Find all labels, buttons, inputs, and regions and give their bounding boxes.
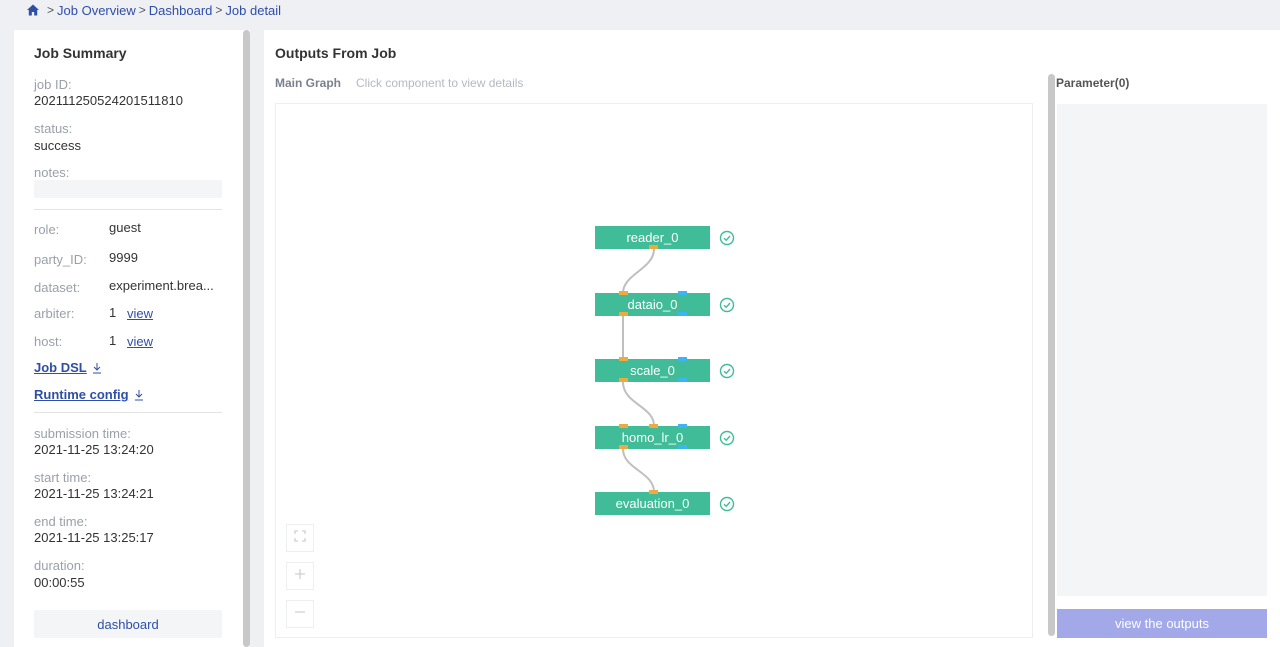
model-input-port[interactable] (678, 357, 687, 361)
start-time-value: 2021-11-25 13:24:21 (34, 486, 154, 501)
data-input-port[interactable] (649, 424, 658, 428)
data-input-port[interactable] (619, 357, 628, 361)
notes-label: notes: (34, 165, 70, 180)
parameter-title: Parameter(0) (1056, 76, 1130, 90)
arbiter-count: 1 (109, 305, 117, 320)
host-label: host: (34, 334, 63, 349)
party-id-value: 9999 (109, 250, 138, 265)
party-id-label: party_ID: (34, 252, 87, 267)
node-dataio[interactable]: dataio_0 (595, 293, 710, 316)
zoom-in-icon (294, 567, 306, 585)
node-scale[interactable]: scale_0 (595, 359, 710, 382)
data-output-port[interactable] (619, 312, 628, 316)
job-id-value: 202111250524201511810 (34, 93, 183, 108)
duration-label: duration: (34, 558, 85, 573)
dataset-value: experiment.brea... (109, 278, 214, 293)
data-input-port[interactable] (649, 490, 658, 494)
data-output-port[interactable] (649, 245, 658, 249)
data-output-port[interactable] (619, 378, 628, 382)
outputs-title: Outputs From Job (275, 45, 397, 61)
role-label: role: (34, 222, 60, 237)
dataset-label: dataset: (34, 280, 81, 295)
breadcrumb-job-overview[interactable]: Job Overview (57, 3, 136, 18)
chevron-right-icon: > (138, 3, 146, 17)
data-input-port[interactable] (619, 291, 628, 295)
parameter-content (1057, 104, 1267, 596)
node-evaluation[interactable]: evaluation_0 (595, 492, 710, 515)
home-icon[interactable] (26, 3, 40, 17)
end-time-label: end time: (34, 514, 88, 529)
status-value: success (34, 138, 81, 153)
host-count: 1 (109, 333, 117, 348)
edge-homolr-evaluation (622, 448, 655, 493)
parameter-scrollbar[interactable] (1048, 74, 1055, 636)
success-check-icon (719, 297, 735, 313)
model-input-port[interactable] (678, 291, 687, 295)
zoom-out-icon (294, 605, 306, 623)
left-scrollbar[interactable] (243, 30, 250, 647)
node-homo-lr[interactable]: homo_lr_0 (595, 426, 710, 449)
breadcrumb-job-detail: Job detail (225, 2, 282, 18)
chevron-right-icon: > (47, 3, 55, 17)
arbiter-view-link[interactable]: view (127, 306, 153, 321)
job-summary-panel: Job Summary job ID: 20211125052420151181… (14, 30, 250, 647)
submission-time-value: 2021-11-25 13:24:20 (34, 442, 154, 457)
model-output-port[interactable] (678, 312, 687, 316)
arbiter-label: arbiter: (34, 306, 75, 321)
model-output-port[interactable] (678, 378, 687, 382)
download-icon (133, 389, 145, 401)
breadcrumb-dashboard[interactable]: Dashboard (149, 3, 213, 18)
job-id-label: job ID: (34, 77, 72, 92)
fullscreen-icon (294, 529, 306, 547)
edge-scale-homolr (622, 381, 655, 427)
download-icon (91, 362, 103, 374)
duration-value: 00:00:55 (34, 575, 85, 590)
host-view-link[interactable]: view (127, 334, 153, 349)
edge-reader-dataio (622, 248, 655, 294)
zoom-in-button[interactable] (286, 562, 314, 590)
status-label: status: (34, 121, 73, 136)
success-check-icon (719, 430, 735, 446)
model-output-port[interactable] (678, 445, 687, 449)
graph-canvas[interactable]: reader_0 dataio_0 scale_0 homo_lr_0 eval… (275, 103, 1033, 638)
main-graph-label: Main Graph (275, 76, 342, 90)
zoom-out-button[interactable] (286, 600, 314, 628)
data-input-port[interactable] (619, 424, 628, 428)
runtime-config-link[interactable]: Runtime config (34, 387, 145, 402)
submission-time-label: submission time: (34, 426, 131, 441)
start-time-label: start time: (34, 470, 92, 485)
data-output-port[interactable] (619, 445, 628, 449)
chevron-right-icon: > (215, 3, 223, 17)
job-summary-title: Job Summary (34, 45, 127, 61)
fullscreen-button[interactable] (286, 524, 314, 552)
success-check-icon (719, 363, 735, 379)
breadcrumb: > Job Overview > Dashboard > Job detail (0, 0, 1280, 20)
dashboard-button[interactable]: dashboard (34, 610, 222, 638)
view-outputs-button[interactable]: view the outputs (1057, 609, 1267, 638)
runtime-config-label: Runtime config (34, 387, 129, 402)
end-time-value: 2021-11-25 13:25:17 (34, 530, 154, 545)
success-check-icon (719, 230, 735, 246)
job-dsl-label: Job DSL (34, 360, 87, 375)
model-input-port[interactable] (678, 424, 687, 428)
success-check-icon (719, 496, 735, 512)
role-value: guest (109, 220, 141, 235)
divider (34, 209, 222, 210)
notes-field[interactable] (34, 180, 222, 198)
outputs-panel: Outputs From Job Main Graph Click compon… (264, 30, 1280, 647)
job-dsl-link[interactable]: Job DSL (34, 360, 103, 375)
graph-hint: Click component to view details (356, 76, 524, 90)
divider (34, 412, 222, 413)
